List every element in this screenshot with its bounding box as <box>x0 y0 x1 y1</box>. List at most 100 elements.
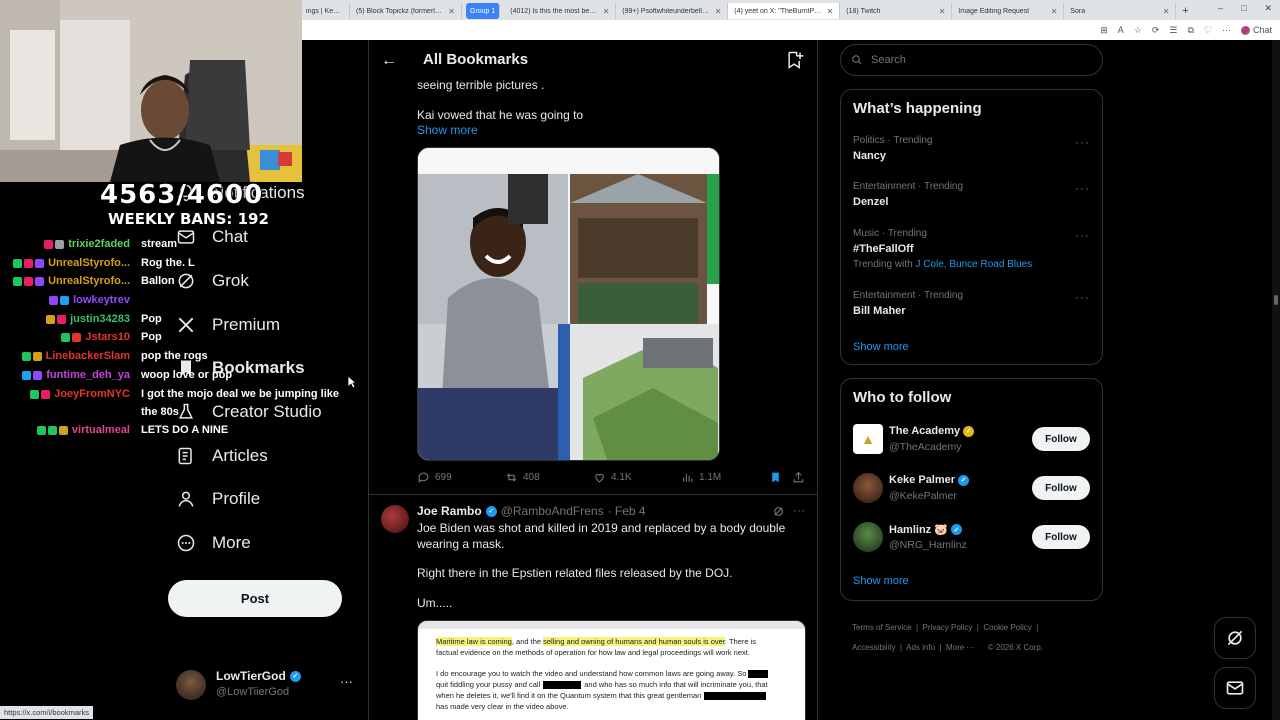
trend-related-links[interactable]: J Cole, Bunce Road Blues <box>915 259 1032 270</box>
account-switcher[interactable]: LowTierGod ✓ @LowTiierGod ··· <box>168 662 358 706</box>
scrollbar[interactable] <box>1272 40 1280 720</box>
person-name[interactable]: Hamlinz 🐷 ✓ <box>889 523 962 536</box>
refresh-icon[interactable]: ⟳ <box>1152 25 1160 36</box>
collections-icon[interactable]: ⧉ <box>1187 25 1193 36</box>
streamer-webcam-image <box>0 0 302 182</box>
footer-links: Terms of Service | Privacy Policy | Cook… <box>852 623 1044 652</box>
trend-more-icon[interactable]: ··· <box>1075 135 1090 149</box>
like-button[interactable]: 4.1K <box>593 471 632 484</box>
close-tab-icon[interactable]: ✕ <box>939 7 946 16</box>
more-icon[interactable]: ⋯ <box>1222 25 1231 36</box>
chat-message-text: Rog the. L <box>141 257 195 269</box>
trend-more-icon[interactable]: ··· <box>1075 228 1090 242</box>
avatar[interactable] <box>853 473 883 503</box>
close-tab-icon[interactable]: ✕ <box>448 7 455 16</box>
chat-username: UnrealStyrofo... <box>48 257 130 269</box>
tweet-date[interactable]: · Feb 4 <box>608 504 646 518</box>
grok-float-button[interactable] <box>1214 617 1256 659</box>
document-image[interactable]: Maritime law is coming, and the selling … <box>417 620 806 720</box>
window-controls: – □ ✕ <box>1218 3 1272 14</box>
tweet-image[interactable] <box>417 147 720 461</box>
trend-name[interactable]: Nancy <box>853 150 886 162</box>
author-handle[interactable]: @RamboAndFrens <box>501 504 604 518</box>
grok-icon[interactable] <box>772 505 785 518</box>
trend-name[interactable]: #TheFallOff <box>853 243 914 255</box>
footer-link-privacy[interactable]: Privacy Policy <box>923 623 973 632</box>
chat-badge-icon <box>21 351 31 361</box>
nav-articles[interactable]: Articles <box>176 446 268 466</box>
author-name[interactable]: Joe Rambo <box>417 504 482 518</box>
copilot-icon <box>1240 25 1250 35</box>
close-tab-icon[interactable]: ✕ <box>715 7 722 16</box>
verified-badge-icon: ✓ <box>485 505 497 517</box>
browser-tab[interactable]: (99+) PsoftwhiteunderbellyPcur ✕ <box>616 3 729 19</box>
reply-button[interactable]: 699 <box>417 471 452 484</box>
footer-link-terms[interactable]: Terms of Service <box>852 623 912 632</box>
follow-button[interactable]: Follow <box>1032 476 1090 500</box>
copilot-chat-button[interactable]: Chat <box>1240 25 1272 35</box>
close-tab-icon[interactable]: ✕ <box>1051 7 1058 16</box>
browser-tab[interactable]: ings | KevOnStr <box>300 3 350 19</box>
browser-tab-active[interactable]: (4) yeet on X: "TheBurntPeanut ✕ <box>728 3 841 19</box>
post-button[interactable]: Post <box>168 580 342 617</box>
show-more-link[interactable]: Show more <box>853 341 909 353</box>
footer-link-accessibility[interactable]: Accessibility <box>852 643 896 652</box>
show-more-link[interactable]: Show more <box>853 575 909 587</box>
trend-more-icon[interactable]: ··· <box>1075 290 1090 304</box>
follow-button[interactable]: Follow <box>1032 427 1090 451</box>
avatar[interactable] <box>853 522 883 552</box>
extensions-icon[interactable]: ⊞ <box>1100 25 1108 36</box>
browser-tab[interactable]: Image Editing Request ✕ <box>952 3 1065 19</box>
nav-creator-studio[interactable]: Creator Studio <box>176 402 322 422</box>
page-title: All Bookmarks <box>423 51 529 68</box>
person-name[interactable]: Keke Palmer ✓ <box>889 474 970 486</box>
account-more-icon[interactable]: ··· <box>340 674 353 689</box>
search-input[interactable]: Search <box>840 44 1103 76</box>
avatar[interactable] <box>381 505 409 533</box>
close-window-button[interactable]: ✕ <box>1264 3 1272 14</box>
bookmark-add-folder-icon[interactable] <box>785 50 805 70</box>
views-button[interactable]: 1.1M <box>681 471 721 484</box>
chat-badge-icon <box>36 425 46 435</box>
tweet-more-icon[interactable]: ··· <box>793 503 805 517</box>
trend-name[interactable]: Denzel <box>853 196 888 208</box>
chat-user-block: trixie2faded <box>0 238 136 250</box>
footer-link-ads[interactable]: Ads info <box>906 643 935 652</box>
tab-group-label[interactable]: Group 1 <box>466 3 501 19</box>
menu-icon[interactable]: ☰ <box>1169 25 1177 36</box>
footer-link-more[interactable]: More ··· <box>946 643 974 652</box>
bookmarked-icon[interactable] <box>769 471 782 484</box>
chat-badge-icon <box>30 389 40 399</box>
close-tab-icon[interactable]: ✕ <box>1163 7 1170 16</box>
maximize-button[interactable]: □ <box>1241 3 1246 14</box>
favorite-star-icon[interactable]: ☆ <box>1134 25 1142 36</box>
browser-tab[interactable]: (4012) Is this the most beautifu ✕ <box>504 3 617 19</box>
minimize-button[interactable]: – <box>1218 3 1223 14</box>
favorites-icon[interactable]: ♡ <box>1204 25 1212 36</box>
scrollbar-thumb[interactable] <box>1274 295 1278 305</box>
close-tab-icon[interactable]: ✕ <box>827 7 834 16</box>
follow-button[interactable]: Follow <box>1032 525 1090 549</box>
reader-icon[interactable]: A <box>1118 25 1124 35</box>
trend-name[interactable]: Bill Maher <box>853 305 906 317</box>
footer-link-cookie[interactable]: Cookie Policy <box>983 623 1031 632</box>
search-placeholder: Search <box>871 54 906 66</box>
close-tab-icon[interactable]: ✕ <box>603 7 610 16</box>
share-icon[interactable] <box>792 471 805 484</box>
back-arrow-icon[interactable]: ← <box>381 52 397 70</box>
trend-more-icon[interactable]: ··· <box>1075 181 1090 195</box>
nav-more[interactable]: More <box>176 533 251 553</box>
new-tab-button[interactable]: + <box>1176 3 1194 19</box>
repost-button[interactable]: 408 <box>505 471 540 484</box>
show-more-link[interactable]: Show more <box>417 123 478 137</box>
nav-profile[interactable]: Profile <box>176 489 260 509</box>
browser-tab[interactable]: Sora ✕ <box>1064 3 1177 19</box>
chat-badge-icon <box>61 332 71 342</box>
browser-tab[interactable]: (18) Twitch ✕ <box>840 3 953 19</box>
person-name[interactable]: The Academy ✓ <box>889 425 975 437</box>
browser-tab[interactable]: (5) Block Topickz (formerly Glo ✕ <box>350 3 462 19</box>
article-icon <box>178 447 192 465</box>
messages-float-button[interactable] <box>1214 667 1256 709</box>
chat-user-block: UnrealStyrofo... <box>0 275 136 287</box>
avatar[interactable]: ▲ <box>853 424 883 454</box>
